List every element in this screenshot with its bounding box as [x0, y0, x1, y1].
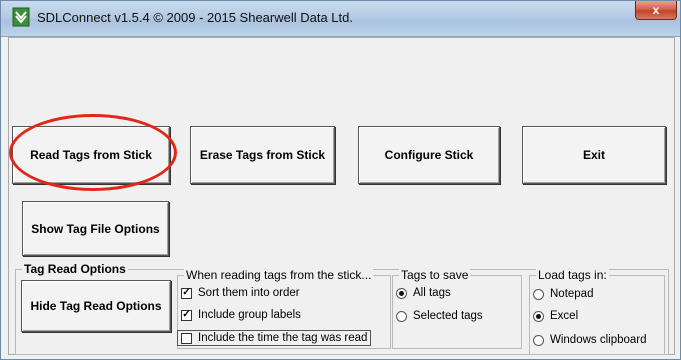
excel-label: Excel: [550, 310, 579, 322]
read-tags-button[interactable]: Read Tags from Stick: [12, 126, 170, 184]
radio-unselected-icon: [533, 334, 544, 346]
window-title: SDLConnect v1.5.4 © 2009 - 2015 Shearwel…: [37, 10, 353, 25]
erase-tags-button[interactable]: Erase Tags from Stick: [190, 126, 335, 184]
tag-read-options-label: Tag Read Options: [22, 262, 128, 276]
app-window: SDLConnect v1.5.4 © 2009 - 2015 Shearwel…: [0, 0, 681, 360]
group-labels-label: Include group labels: [198, 309, 301, 321]
close-button[interactable]: x: [635, 1, 677, 20]
app-icon: [12, 7, 30, 27]
check-mark-icon: ✓: [181, 287, 192, 299]
notepad-radio[interactable]: Notepad: [533, 288, 593, 300]
selected-tags-radio[interactable]: Selected tags: [396, 310, 483, 322]
show-tag-file-options-button[interactable]: Show Tag File Options: [22, 201, 169, 256]
excel-radio[interactable]: Excel: [533, 310, 578, 322]
notepad-label: Notepad: [550, 288, 594, 300]
include-time-label: Include the time the tag was read: [198, 332, 368, 344]
check-mark-icon: ✓: [181, 309, 192, 321]
configure-stick-button[interactable]: Configure Stick: [358, 126, 500, 184]
include-time-checkbox[interactable]: Include the time the tag was read: [177, 330, 372, 346]
sort-order-label: Sort them into order: [198, 287, 300, 299]
title-bar[interactable]: SDLConnect v1.5.4 © 2009 - 2015 Shearwel…: [1, 1, 680, 37]
radio-selected-icon: [533, 310, 544, 322]
all-tags-radio[interactable]: All tags: [396, 287, 451, 299]
group-labels-checkbox[interactable]: ✓ Include group labels: [181, 309, 301, 321]
tags-to-save-label: Tags to save: [399, 268, 471, 282]
windows-clipboard-label: Windows clipboard: [550, 334, 647, 346]
load-tags-in-label: Load tags in:: [536, 268, 609, 282]
sort-order-checkbox[interactable]: ✓ Sort them into order: [181, 287, 300, 299]
radio-unselected-icon: [533, 288, 544, 300]
reading-options-label: When reading tags from the stick...: [184, 268, 374, 282]
radio-selected-icon: [396, 287, 407, 299]
radio-unselected-icon: [396, 310, 407, 322]
empty-checkbox-icon: [181, 332, 192, 344]
all-tags-label: All tags: [413, 287, 451, 299]
hide-tag-read-options-button[interactable]: Hide Tag Read Options: [21, 280, 171, 332]
exit-button[interactable]: Exit: [522, 126, 666, 184]
windows-clipboard-radio[interactable]: Windows clipboard: [533, 334, 647, 346]
selected-tags-label: Selected tags: [413, 310, 483, 322]
